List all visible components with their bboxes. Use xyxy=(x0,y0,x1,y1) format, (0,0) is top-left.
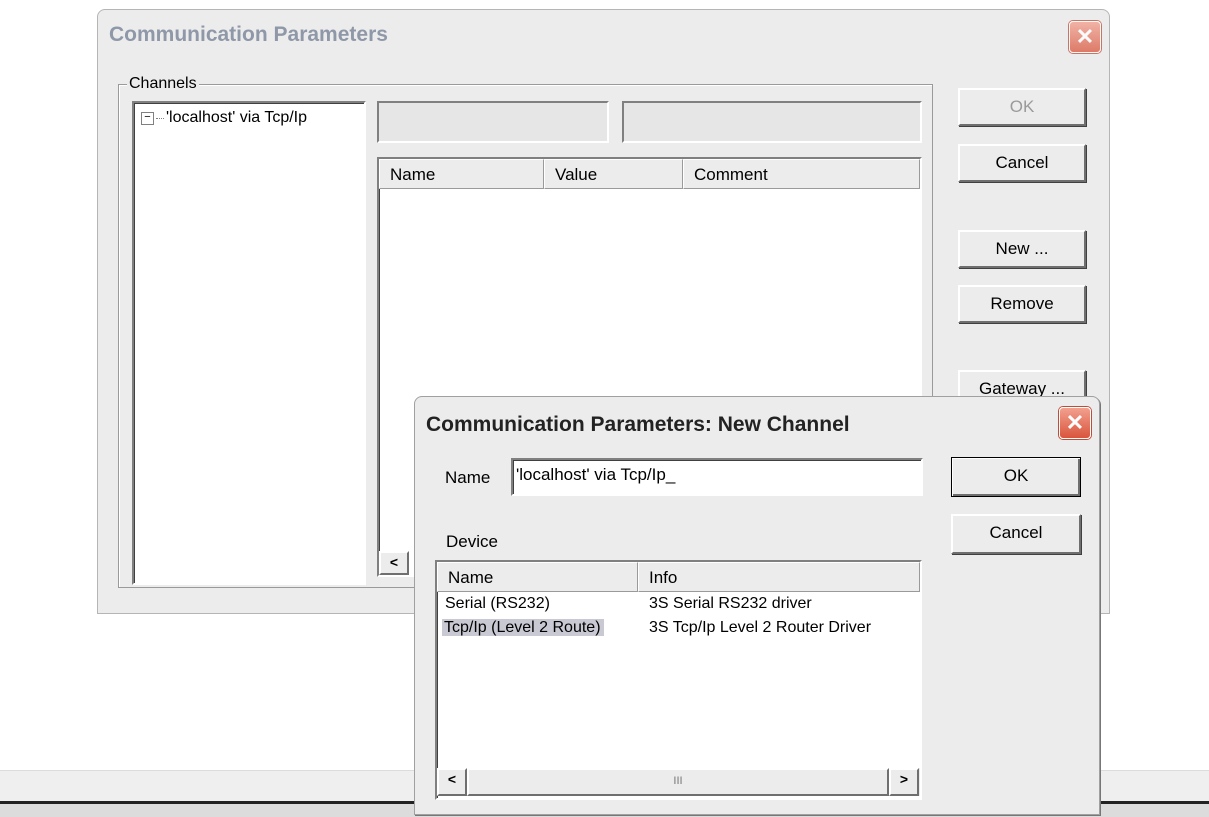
device-info: 3S Serial RS232 driver xyxy=(649,595,812,612)
close-button[interactable]: ✕ xyxy=(1069,21,1101,53)
grip-icon: III xyxy=(673,775,683,787)
scroll-thumb[interactable]: III xyxy=(467,768,889,796)
chevron-left-icon: < xyxy=(389,554,399,570)
channels-tree[interactable]: − 'localhost' via Tcp/Ip xyxy=(132,101,366,585)
column-header-name[interactable]: Name xyxy=(379,159,544,189)
channel-info-field xyxy=(377,101,609,143)
device-name: Serial (RS232) xyxy=(445,595,550,612)
dialog-cancel-button[interactable]: Cancel xyxy=(951,514,1081,554)
chevron-left-icon: < xyxy=(447,771,457,787)
device-row-serial[interactable]: Serial (RS232) 3S Serial RS232 driver xyxy=(437,592,920,616)
name-label: Name xyxy=(445,468,491,487)
remove-button[interactable]: Remove xyxy=(958,285,1086,323)
channel-status-field xyxy=(622,101,922,143)
device-label: Device xyxy=(446,532,498,551)
dialog-title: Communication Parameters: New Channel xyxy=(426,413,850,436)
channel-name-input[interactable]: 'localhost' via Tcp/Ip_ xyxy=(511,458,923,496)
window-title: Communication Parameters xyxy=(109,23,388,46)
scroll-right-button[interactable]: > xyxy=(889,768,919,796)
column-header-name[interactable]: Name xyxy=(437,562,638,592)
device-row-tcpip[interactable]: Tcp/Ip (Level 2 Route) 3S Tcp/Ip Level 2… xyxy=(437,616,920,640)
tree-item-label: 'localhost' via Tcp/Ip xyxy=(166,109,307,126)
device-list-header: Name Info xyxy=(437,562,920,592)
close-icon: ✕ xyxy=(1065,410,1085,435)
cancel-button[interactable]: Cancel xyxy=(958,144,1086,182)
column-header-value[interactable]: Value xyxy=(544,159,683,189)
device-rows: Serial (RS232) 3S Serial RS232 driver Tc… xyxy=(437,592,920,640)
device-info: 3S Tcp/Ip Level 2 Router Driver xyxy=(649,619,872,636)
horizontal-scrollbar[interactable]: < III > xyxy=(437,768,920,796)
column-header-info[interactable]: Info xyxy=(638,562,920,592)
new-channel-button[interactable]: New ... xyxy=(958,230,1086,268)
close-icon: ✕ xyxy=(1075,24,1095,49)
tree-item-localhost[interactable]: − 'localhost' via Tcp/Ip xyxy=(141,109,307,127)
dialog-close-button[interactable]: ✕ xyxy=(1059,407,1091,439)
chevron-right-icon: > xyxy=(899,771,909,787)
new-channel-dialog: Communication Parameters: New Channel ✕ … xyxy=(414,396,1100,815)
channels-group-label: Channels xyxy=(127,75,199,93)
ok-button[interactable]: OK xyxy=(958,88,1086,126)
tree-connector xyxy=(156,117,164,119)
device-list[interactable]: Name Info Serial (RS232) 3S Serial RS232… xyxy=(435,560,922,800)
column-header-comment[interactable]: Comment xyxy=(683,159,920,189)
parameters-list-header: Name Value Comment xyxy=(379,159,920,189)
scroll-left-button[interactable]: < xyxy=(437,768,467,796)
dialog-ok-button[interactable]: OK xyxy=(951,457,1081,497)
scroll-left-button[interactable]: < xyxy=(379,551,409,575)
collapse-icon[interactable]: − xyxy=(141,111,154,125)
dialog-client: Name 'localhost' via Tcp/Ip_ Device Name… xyxy=(418,444,1096,811)
device-name: Tcp/Ip (Level 2 Route) xyxy=(442,619,604,636)
